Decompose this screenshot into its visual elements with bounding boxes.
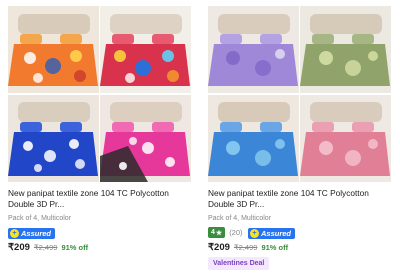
assured-badge: + Assured [248,227,296,239]
mrp: ₹2,499 [233,243,258,252]
price: ₹209 [8,242,30,253]
assured-plus-icon: + [10,228,19,238]
product-title[interactable]: New panipat textile zone 104 TC Polycott… [208,188,394,209]
price-row: ₹209 ₹2,499 91% off [8,242,88,253]
product-image-1[interactable] [8,6,191,182]
rating-value: 4 [211,229,215,236]
assured-plus-icon: + [250,228,259,238]
product-subtitle: Pack of 4, Multicolor [8,215,72,222]
rating: 4 ★ (20) [208,227,243,238]
price: ₹209 [208,242,230,253]
product-subtitle: Pack of 4, Multicolor [208,215,272,222]
price-row: ₹209 ₹2,499 91% off [208,242,288,253]
assured-label: Assured [261,228,292,238]
assured-badge: + Assured [8,227,56,239]
product-card-2[interactable]: New panipat textile zone 104 TC Polycott… [204,0,398,273]
star-icon: ★ [215,229,223,237]
discount: 91% off [61,243,89,252]
deal-badge: Valentines Deal [208,257,270,270]
review-count: (20) [229,228,243,237]
assured-label: Assured [21,228,52,238]
product-image-2[interactable] [208,6,391,182]
mrp: ₹2,499 [33,243,58,252]
rating-badge: 4 ★ [208,227,226,238]
discount: 91% off [261,243,289,252]
product-card-1[interactable]: New panipat textile zone 104 TC Polycott… [4,0,198,273]
product-title[interactable]: New panipat textile zone 104 TC Polycott… [8,188,194,209]
